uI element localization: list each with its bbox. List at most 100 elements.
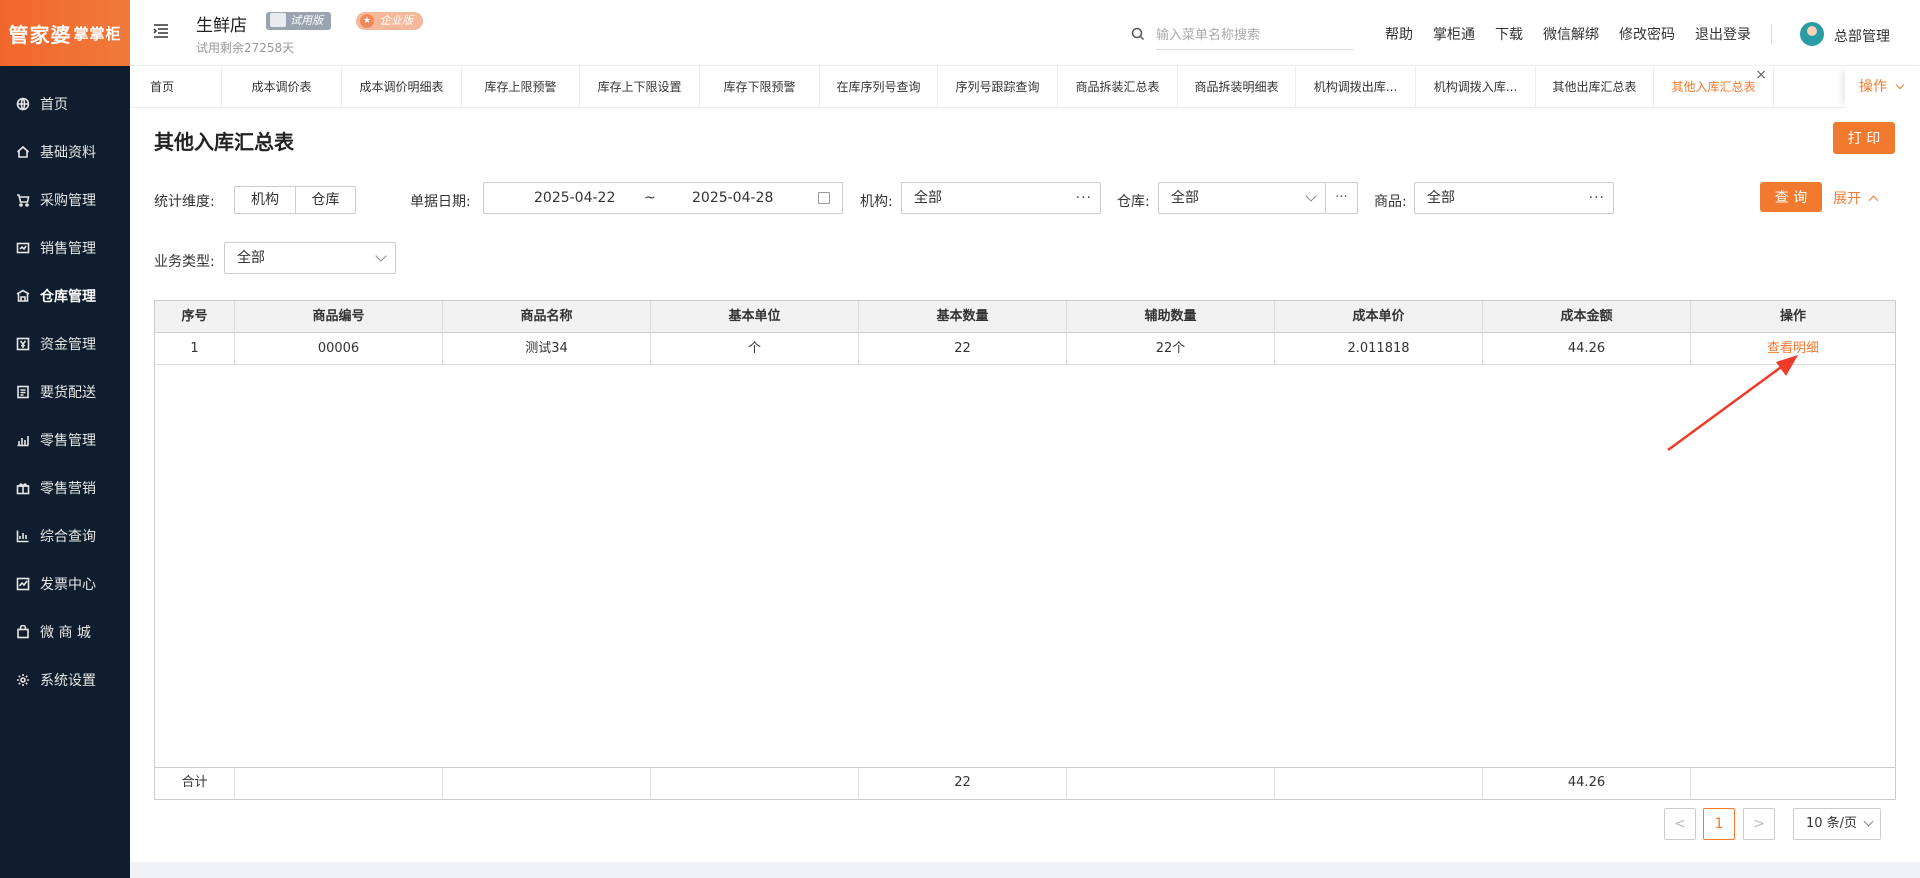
query-button[interactable]: 查 询 bbox=[1760, 182, 1822, 212]
tab-other-inbound[interactable]: 其他入库汇总表 × bbox=[1654, 66, 1774, 108]
column-header[interactable]: 商品名称 bbox=[443, 301, 651, 333]
zhanggui-link[interactable]: 掌柜通 bbox=[1433, 24, 1475, 44]
edition-badge-text: 企业版 bbox=[380, 14, 413, 27]
sidebar-item-home[interactable]: 首页 bbox=[0, 80, 130, 128]
sidebar-item-query[interactable]: 综合查询 bbox=[0, 512, 130, 560]
warehouse-label: 仓库: bbox=[1117, 194, 1150, 210]
column-header[interactable]: 辅助数量 bbox=[1067, 301, 1275, 333]
sidebar-item-settings[interactable]: 系统设置 bbox=[0, 656, 130, 704]
tab-operations-menu[interactable]: 操作 bbox=[1845, 66, 1920, 108]
biz-type-select[interactable]: 全部 bbox=[224, 242, 396, 274]
wechat-unbind-link[interactable]: 微信解绑 bbox=[1543, 24, 1599, 44]
column-header[interactable]: 成本金额 bbox=[1483, 301, 1691, 333]
tab-stock-limit-setting[interactable]: 库存上下限设置 bbox=[580, 66, 700, 108]
logout-link[interactable]: 退出登录 bbox=[1695, 24, 1772, 44]
tab-cost-adjust-detail[interactable]: 成本调价明细表 bbox=[342, 66, 462, 108]
summary-table: 序号 商品编号 商品名称 基本单位 基本数量 辅助数量 成本单价 成本金额 操作… bbox=[154, 300, 1896, 800]
close-icon[interactable]: × bbox=[1755, 66, 1767, 96]
sidebar-item-retail[interactable]: 零售管理 bbox=[0, 416, 130, 464]
more-icon[interactable]: ··· bbox=[1589, 183, 1605, 213]
avatar[interactable] bbox=[1800, 22, 1824, 46]
expand-label: 展开 bbox=[1833, 191, 1861, 207]
product-select[interactable]: 全部 ··· bbox=[1414, 182, 1614, 214]
invoice-icon bbox=[16, 577, 30, 591]
tab-assembly-summary[interactable]: 商品拆装汇总表 bbox=[1058, 66, 1178, 108]
dimension-option-warehouse[interactable]: 仓库 bbox=[295, 187, 355, 213]
sidebar-item-delivery[interactable]: 要货配送 bbox=[0, 368, 130, 416]
prev-page-button[interactable]: < bbox=[1664, 808, 1696, 840]
warehouse-more-button[interactable]: ··· bbox=[1326, 182, 1358, 214]
bag-icon bbox=[16, 625, 30, 639]
table-row[interactable]: 1 00006 测试34 个 22 22个 2.011818 44.26 查看明… bbox=[155, 333, 1895, 365]
tab-cost-adjust[interactable]: 成本调价表 bbox=[222, 66, 342, 108]
tab-assembly-detail[interactable]: 商品拆装明细表 bbox=[1178, 66, 1296, 108]
column-header[interactable]: 序号 bbox=[155, 301, 235, 333]
column-header[interactable]: 商品编号 bbox=[235, 301, 443, 333]
next-page-button[interactable]: > bbox=[1743, 808, 1775, 840]
product-value: 全部 bbox=[1427, 190, 1455, 206]
date-label: 单据日期: bbox=[410, 194, 471, 210]
sidebar-item-label: 基础资料 bbox=[40, 145, 96, 161]
menu-search bbox=[1130, 22, 1354, 50]
warehouse-value: 全部 bbox=[1171, 190, 1199, 206]
sidebar-item-invoice[interactable]: 发票中心 bbox=[0, 560, 130, 608]
table-cell: 测试34 bbox=[443, 333, 651, 365]
sidebar-item-label: 发票中心 bbox=[40, 577, 96, 593]
more-icon[interactable]: ··· bbox=[1076, 183, 1092, 213]
monitor-icon bbox=[270, 13, 286, 27]
page-size-select[interactable]: 10 条/页 bbox=[1793, 808, 1881, 840]
star-icon: ★ bbox=[360, 14, 374, 28]
search-input[interactable] bbox=[1156, 22, 1354, 50]
tab-transfer-in[interactable]: 机构调拨入库... bbox=[1416, 66, 1536, 108]
tab-operations-label: 操作 bbox=[1859, 79, 1887, 95]
date-range-picker[interactable]: 2025-04-22 ~ 2025-04-28 bbox=[483, 182, 843, 214]
trial-remaining: 试用剩余27258天 bbox=[196, 41, 295, 55]
biz-type-label: 业务类型: bbox=[154, 254, 215, 270]
sidebar-item-mall[interactable]: 微 商 城 bbox=[0, 608, 130, 656]
sidebar-item-marketing[interactable]: 零售营销 bbox=[0, 464, 130, 512]
sidebar-item-label: 零售营销 bbox=[40, 481, 96, 497]
table-cell: 00006 bbox=[235, 333, 443, 365]
footer-cell: 22 bbox=[859, 768, 1067, 798]
tab-label: 其他入库汇总表 bbox=[1671, 80, 1756, 94]
print-button[interactable]: 打 印 bbox=[1833, 122, 1895, 154]
tab-other-outbound[interactable]: 其他出库汇总表 bbox=[1536, 66, 1654, 108]
table-cell: 个 bbox=[651, 333, 859, 365]
chevron-down-icon bbox=[1896, 80, 1905, 90]
sidebar-item-purchase[interactable]: 采购管理 bbox=[0, 176, 130, 224]
footer-cell bbox=[1275, 768, 1483, 798]
delivery-icon bbox=[16, 385, 30, 399]
column-header[interactable]: 成本单价 bbox=[1275, 301, 1483, 333]
sidebar-item-finance[interactable]: 资金管理 bbox=[0, 320, 130, 368]
warehouse-icon bbox=[16, 289, 30, 303]
sidebar-item-sales[interactable]: 销售管理 bbox=[0, 224, 130, 272]
tab-transfer-out[interactable]: 机构调拨出库... bbox=[1296, 66, 1416, 108]
change-password-link[interactable]: 修改密码 bbox=[1619, 24, 1675, 44]
user-name[interactable]: 总部管理 bbox=[1834, 26, 1890, 46]
org-label: 机构: bbox=[860, 194, 893, 210]
column-header[interactable]: 基本数量 bbox=[859, 301, 1067, 333]
annotation-arrow bbox=[1667, 355, 1798, 452]
help-link[interactable]: 帮助 bbox=[1385, 24, 1413, 44]
money-icon bbox=[16, 337, 30, 351]
download-link[interactable]: 下载 bbox=[1495, 24, 1523, 44]
dimension-option-org[interactable]: 机构 bbox=[235, 187, 295, 213]
footer-cell bbox=[651, 768, 859, 798]
sidebar-item-basic-data[interactable]: 基础资料 bbox=[0, 128, 130, 176]
tab-serial-tracking[interactable]: 序列号跟踪查询 bbox=[938, 66, 1058, 108]
org-select[interactable]: 全部 ··· bbox=[901, 182, 1101, 214]
date-separator: ~ bbox=[644, 190, 656, 206]
column-header[interactable]: 基本单位 bbox=[651, 301, 859, 333]
tab-stock-lower-alert[interactable]: 库存下限预警 bbox=[700, 66, 820, 108]
menu-toggle-icon[interactable] bbox=[152, 22, 170, 40]
tab-serial-query[interactable]: 在库序列号查询 bbox=[820, 66, 938, 108]
warehouse-select[interactable]: 全部 bbox=[1158, 182, 1326, 214]
date-end: 2025-04-28 bbox=[692, 190, 774, 206]
page-number-button[interactable]: 1 bbox=[1703, 808, 1735, 840]
tab-stock-upper-alert[interactable]: 库存上限预警 bbox=[462, 66, 580, 108]
expand-toggle[interactable]: 展开 bbox=[1833, 188, 1879, 208]
tab-home[interactable]: 首页 bbox=[130, 66, 222, 108]
sidebar-item-warehouse[interactable]: 仓库管理 bbox=[0, 272, 130, 320]
chevron-up-icon bbox=[1869, 195, 1879, 206]
date-start: 2025-04-22 bbox=[534, 190, 616, 206]
